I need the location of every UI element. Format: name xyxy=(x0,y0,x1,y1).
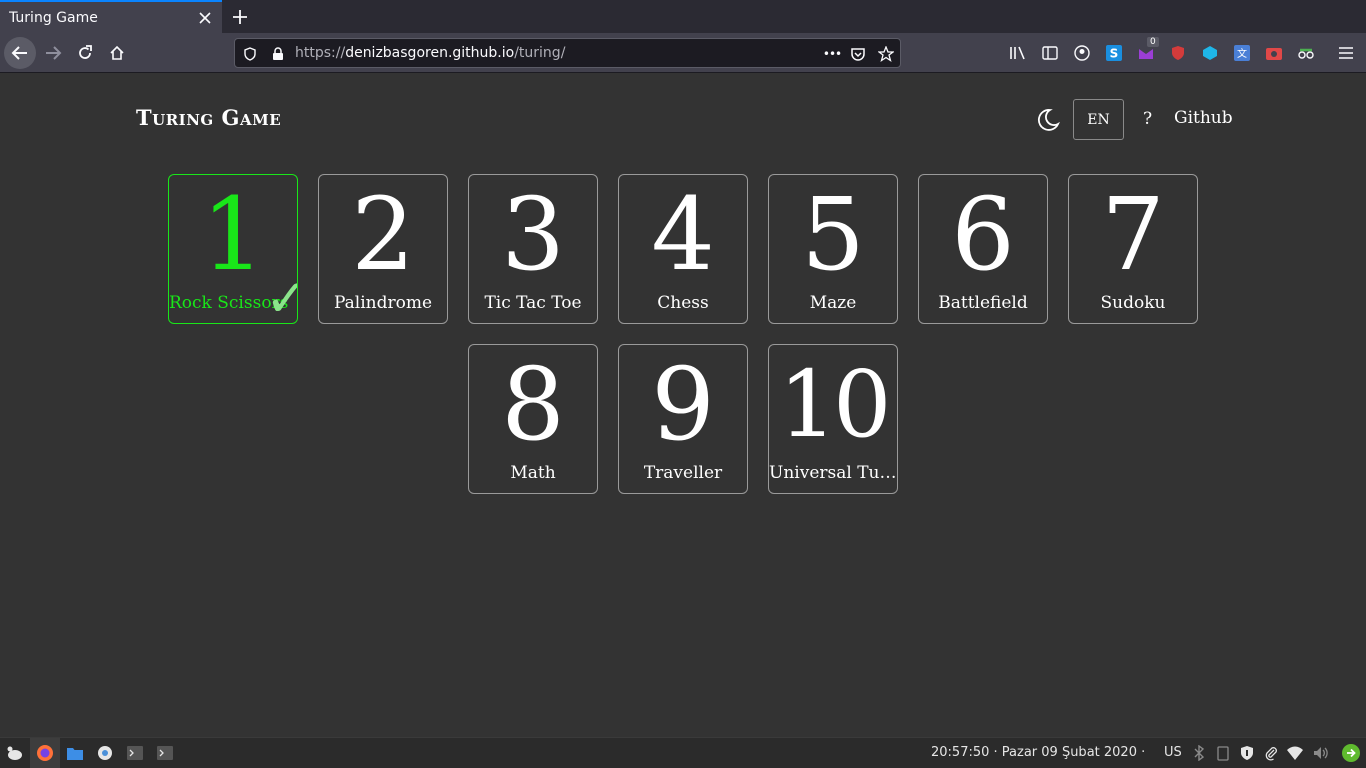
svg-text:文: 文 xyxy=(1237,47,1247,60)
level-name: Traveller xyxy=(643,463,723,483)
ublock-icon[interactable] xyxy=(1168,43,1188,63)
security-shield-icon[interactable] xyxy=(1238,744,1256,762)
s-extension-icon[interactable]: S xyxy=(1104,43,1124,63)
site-title[interactable]: Turing Game xyxy=(136,105,281,130)
level-number: 7 xyxy=(1101,176,1165,293)
terminal-icon[interactable] xyxy=(126,744,144,762)
level-name: Palindrome xyxy=(333,293,433,313)
files-icon[interactable] xyxy=(66,744,84,762)
level-number: 10 xyxy=(778,351,891,458)
bluetooth-icon[interactable] xyxy=(1190,744,1208,762)
firefox-icon[interactable] xyxy=(36,744,54,762)
bookmark-star-icon[interactable] xyxy=(877,45,895,63)
level-number: 6 xyxy=(951,176,1015,293)
lock-icon[interactable] xyxy=(269,45,287,63)
library-icon[interactable] xyxy=(1008,43,1028,63)
home-icon[interactable] xyxy=(101,37,133,69)
level-card-4[interactable]: 4 Chess xyxy=(618,174,748,324)
cube-extension-icon[interactable] xyxy=(1200,43,1220,63)
new-tab-icon[interactable] xyxy=(222,0,258,33)
browser-tab[interactable]: Turing Game xyxy=(0,0,222,33)
level-card-7[interactable]: 7 Sudoku xyxy=(1068,174,1198,324)
url-text[interactable]: https://denizbasgoren.github.io/turing/ xyxy=(295,45,565,61)
back-icon[interactable] xyxy=(4,37,36,69)
level-card-8[interactable]: 8 Math xyxy=(468,344,598,494)
url-path: /turing/ xyxy=(514,45,566,61)
translate-icon[interactable]: 文 xyxy=(1232,43,1252,63)
help-link[interactable]: ? xyxy=(1143,109,1152,129)
level-number: 5 xyxy=(801,176,865,293)
level-name: Battlefield xyxy=(938,293,1028,313)
level-name: Sudoku xyxy=(1100,293,1166,313)
url-bar[interactable]: https://denizbasgoren.github.io/turing/ … xyxy=(234,38,901,68)
url-scheme: https:// xyxy=(295,45,346,61)
level-name: Chess xyxy=(657,293,709,313)
level-number: 8 xyxy=(501,346,565,463)
menu-icon[interactable] xyxy=(1336,43,1356,63)
level-card-9[interactable]: 9 Traveller xyxy=(618,344,748,494)
level-number: 4 xyxy=(651,176,715,293)
wifi-icon[interactable] xyxy=(1286,744,1304,762)
level-card-3[interactable]: 3 Tic Tac Toe xyxy=(468,174,598,324)
level-name: Maze xyxy=(809,293,857,313)
taskbar: 20:57:50 · Pazar 09 Şubat 2020 · US xyxy=(0,737,1366,768)
extension-badge: 0 xyxy=(1147,37,1159,47)
spy-extension-icon[interactable] xyxy=(1296,43,1316,63)
pocket-icon[interactable] xyxy=(849,45,867,63)
url-host: denizbasgoren.github.io xyxy=(345,45,515,61)
level-name: Tic Tac Toe xyxy=(484,293,582,313)
account-icon[interactable] xyxy=(1072,43,1092,63)
level-card-6[interactable]: 6 Battlefield xyxy=(918,174,1048,324)
update-icon[interactable] xyxy=(1342,744,1360,762)
tab-title: Turing Game xyxy=(9,9,98,26)
level-card-5[interactable]: 5 Maze xyxy=(768,174,898,324)
level-name: Math xyxy=(510,463,556,483)
terminal-icon-2[interactable] xyxy=(156,744,174,762)
paperclip-icon[interactable] xyxy=(1262,744,1280,762)
page-actions-icon[interactable]: ••• xyxy=(821,45,843,63)
sidebar-icon[interactable] xyxy=(1040,43,1060,63)
clock[interactable]: 20:57:50 · Pazar 09 Şubat 2020 · xyxy=(931,745,1145,760)
keyboard-layout[interactable]: US xyxy=(1164,745,1182,760)
settings-icon[interactable] xyxy=(96,744,114,762)
solved-check-icon: ✓ xyxy=(265,273,297,323)
screenshot-icon[interactable] xyxy=(1264,43,1284,63)
github-link[interactable]: Github xyxy=(1174,108,1233,128)
reload-icon[interactable] xyxy=(69,37,101,69)
shield-icon[interactable] xyxy=(241,45,259,63)
level-name: Universal Turing Machine xyxy=(769,463,897,483)
xfce-menu-icon[interactable] xyxy=(6,744,24,762)
forward-icon[interactable] xyxy=(37,37,69,69)
clipboard-icon[interactable] xyxy=(1214,744,1232,762)
level-number: 2 xyxy=(351,176,415,293)
volume-icon[interactable] xyxy=(1312,744,1330,762)
moon-icon[interactable] xyxy=(1035,107,1061,133)
level-card-1[interactable]: 1 Rock Scissors ✓ xyxy=(168,174,298,324)
svg-text:S: S xyxy=(1110,47,1119,61)
purple-extension-icon[interactable]: 0 xyxy=(1136,37,1159,63)
level-card-2[interactable]: 2 Palindrome xyxy=(318,174,448,324)
page-content: Turing Game EN ? Github 1 Rock Scissors … xyxy=(0,74,1366,737)
level-number: 9 xyxy=(651,346,715,463)
language-button[interactable]: EN xyxy=(1073,99,1124,140)
nav-bar: https://denizbasgoren.github.io/turing/ … xyxy=(0,33,1366,73)
level-number: 3 xyxy=(501,176,565,293)
tab-bar: Turing Game xyxy=(0,0,1366,33)
close-tab-icon[interactable] xyxy=(194,7,216,29)
level-card-10[interactable]: 10 Universal Turing Machine xyxy=(768,344,898,494)
